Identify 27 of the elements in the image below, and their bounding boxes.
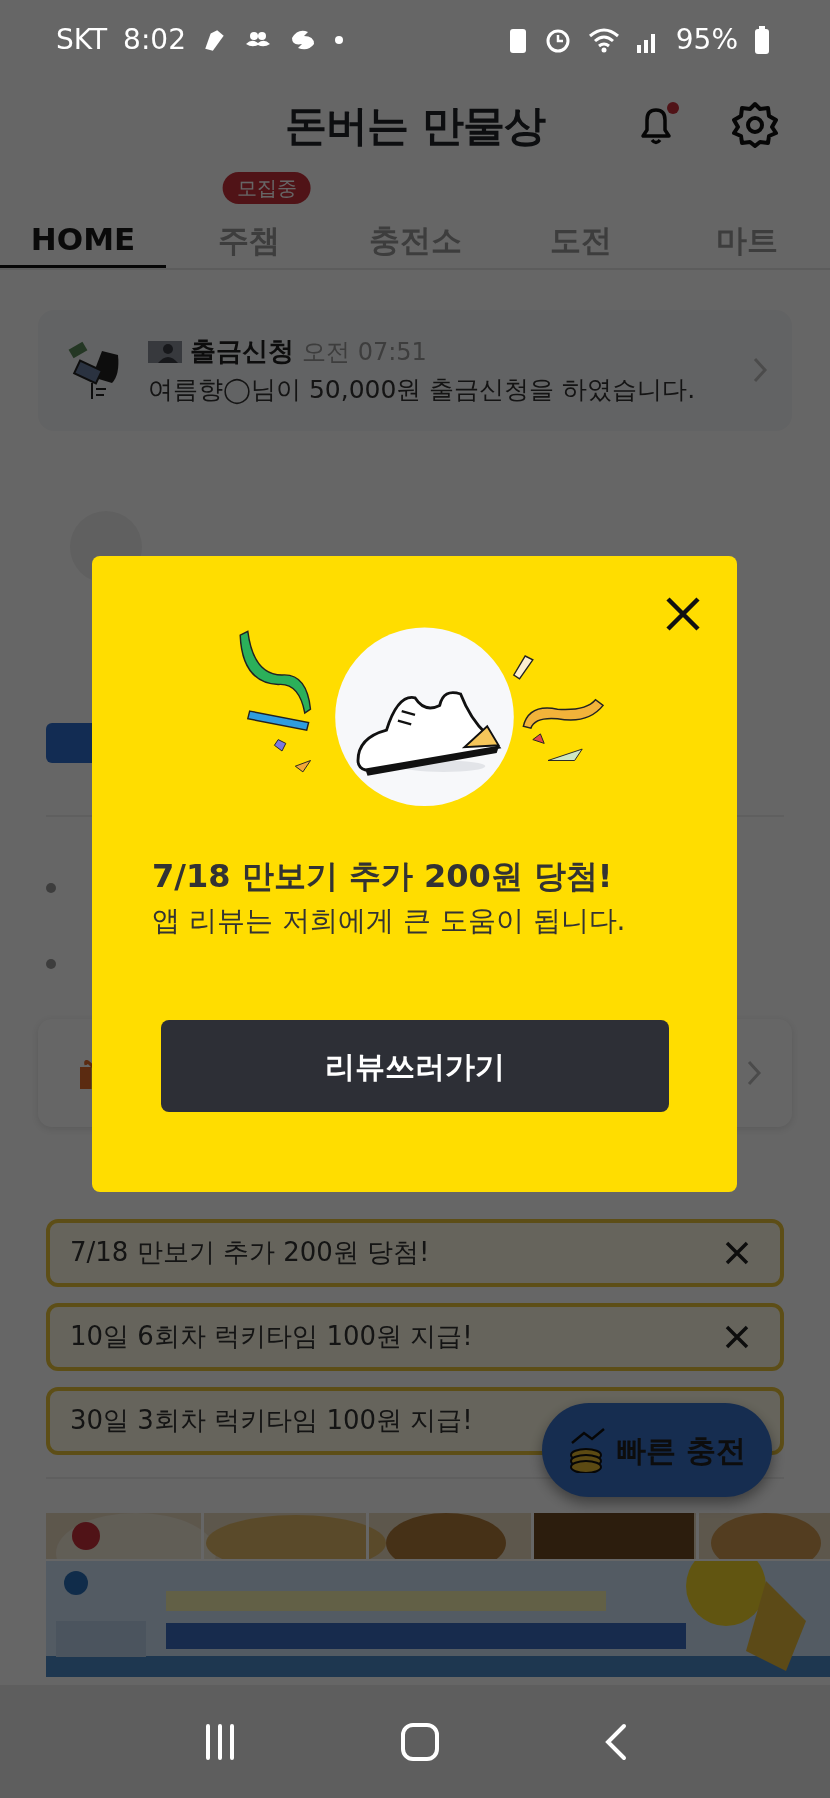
bullet-dot: [46, 958, 56, 969]
popup-message: 앱 리뷰는 저희에게 큰 도움이 됩니다.: [152, 903, 627, 939]
chevron-right-icon: [746, 1058, 762, 1087]
quick-charge-button[interactable]: 빠른 충전: [542, 1403, 772, 1497]
recruiting-badge: 모집중: [222, 172, 311, 204]
popup-title: 7/18 만보기 추가 200원 당첨!: [152, 856, 614, 897]
notice-title: 출금신청: [190, 335, 294, 368]
bullet-dot: [46, 882, 56, 893]
home-icon[interactable]: [400, 1721, 440, 1762]
wifi-icon: [587, 27, 620, 53]
profile-icon: [148, 340, 182, 363]
carrier-text: SKT: [56, 22, 108, 58]
alert-text: 10일 6회차 럭키타임 100원 지급!: [70, 1320, 473, 1353]
app-title: 돈버는 만물상: [285, 99, 545, 152]
alert-text: 30일 3회차 럭키타임 100원 지급!: [70, 1404, 473, 1437]
battery-text: 95%: [675, 22, 738, 58]
dot-icon: [333, 35, 344, 45]
battery-saver-icon: [507, 26, 528, 54]
chevron-right-icon: [752, 356, 768, 385]
alert-text: 7/18 만보기 추가 200원 당첨!: [70, 1236, 430, 1269]
battery-icon: [754, 26, 770, 54]
settings-icon[interactable]: [730, 100, 780, 150]
notice-message: 여름향◯님이 50,000원 출금신청을 하였습니다.: [148, 374, 697, 406]
tab[interactable]: HOME: [0, 170, 166, 268]
close-icon[interactable]: [665, 596, 701, 632]
write-review-button[interactable]: 리뷰쓰러가기: [160, 1020, 669, 1112]
clock-text: 8:02: [123, 22, 186, 58]
